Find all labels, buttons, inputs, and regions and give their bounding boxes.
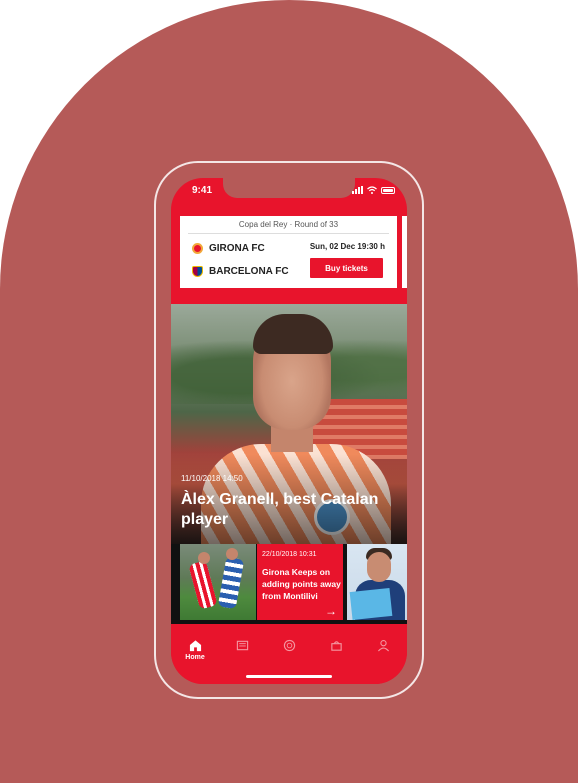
thumb-head-2 (226, 548, 238, 560)
battery-icon (381, 186, 395, 194)
news-carousel[interactable]: 22/10/2018 10:31 Girona Keeps on adding … (171, 544, 407, 624)
thumb-player-1 (188, 560, 218, 610)
hero-player-hair (253, 314, 333, 354)
status-icons (352, 186, 395, 194)
hero-title: Àlex Granell, best Catalan player (181, 491, 379, 528)
signal-icon (352, 186, 363, 194)
tab-tickets[interactable] (321, 639, 351, 669)
tab-home[interactable]: Home (180, 639, 210, 669)
news-icon (236, 640, 248, 651)
status-time: 9:41 (192, 185, 213, 196)
home-indicator[interactable] (246, 675, 332, 678)
news-thumbnail[interactable] (180, 544, 256, 620)
competition-label: Copa del Rey · Round of 33 (238, 220, 339, 229)
home-team-name: GIRONA FC (209, 243, 265, 254)
wifi-icon (367, 186, 377, 194)
notch (223, 178, 355, 198)
status-bar: 9:41 (171, 178, 407, 204)
thumb-head-1 (198, 552, 210, 564)
divider (188, 233, 389, 234)
away-team: BARCELONA FC (192, 266, 289, 277)
news-date: 22/10/2018 10:31 (262, 551, 317, 558)
tickets-icon (330, 641, 342, 651)
home-team: GIRONA FC (192, 243, 265, 254)
phone-screen: 9:41 Copa del Rey · Round of 33 GIRONA F… (171, 178, 407, 684)
girona-crest-icon (192, 243, 203, 254)
match-card[interactable]: Copa del Rey · Round of 33 GIRONA FC BAR… (180, 216, 397, 288)
arrow-right-icon[interactable]: → (325, 604, 337, 618)
away-team-name: BARCELONA FC (209, 266, 289, 277)
tab-profile[interactable] (368, 639, 398, 669)
home-icon (189, 640, 201, 652)
thumb-player-2 (217, 556, 245, 610)
thumb2-shirt (349, 587, 393, 620)
thumb2-head (367, 552, 391, 582)
next-news-thumbnail[interactable] (347, 544, 407, 620)
news-title: Girona Keeps on adding points away from … (262, 567, 341, 601)
club-crest-icon (283, 639, 295, 652)
buy-tickets-button[interactable]: Buy tickets (310, 258, 383, 278)
next-match-card-peek[interactable] (402, 216, 407, 288)
tab-club[interactable] (274, 639, 304, 669)
hero-article[interactable]: 11/10/2018 14:50 Àlex Granell, best Cata… (171, 304, 407, 544)
hero-date: 11/10/2018 14:50 (181, 474, 243, 483)
barcelona-crest-icon (192, 266, 203, 277)
match-date: Sun, 02 Dec 19:30 h (309, 242, 385, 251)
news-card[interactable]: 22/10/2018 10:31 Girona Keeps on adding … (257, 544, 343, 620)
tab-home-label: Home (185, 654, 205, 661)
tab-news[interactable] (227, 639, 257, 669)
profile-icon (377, 640, 389, 652)
